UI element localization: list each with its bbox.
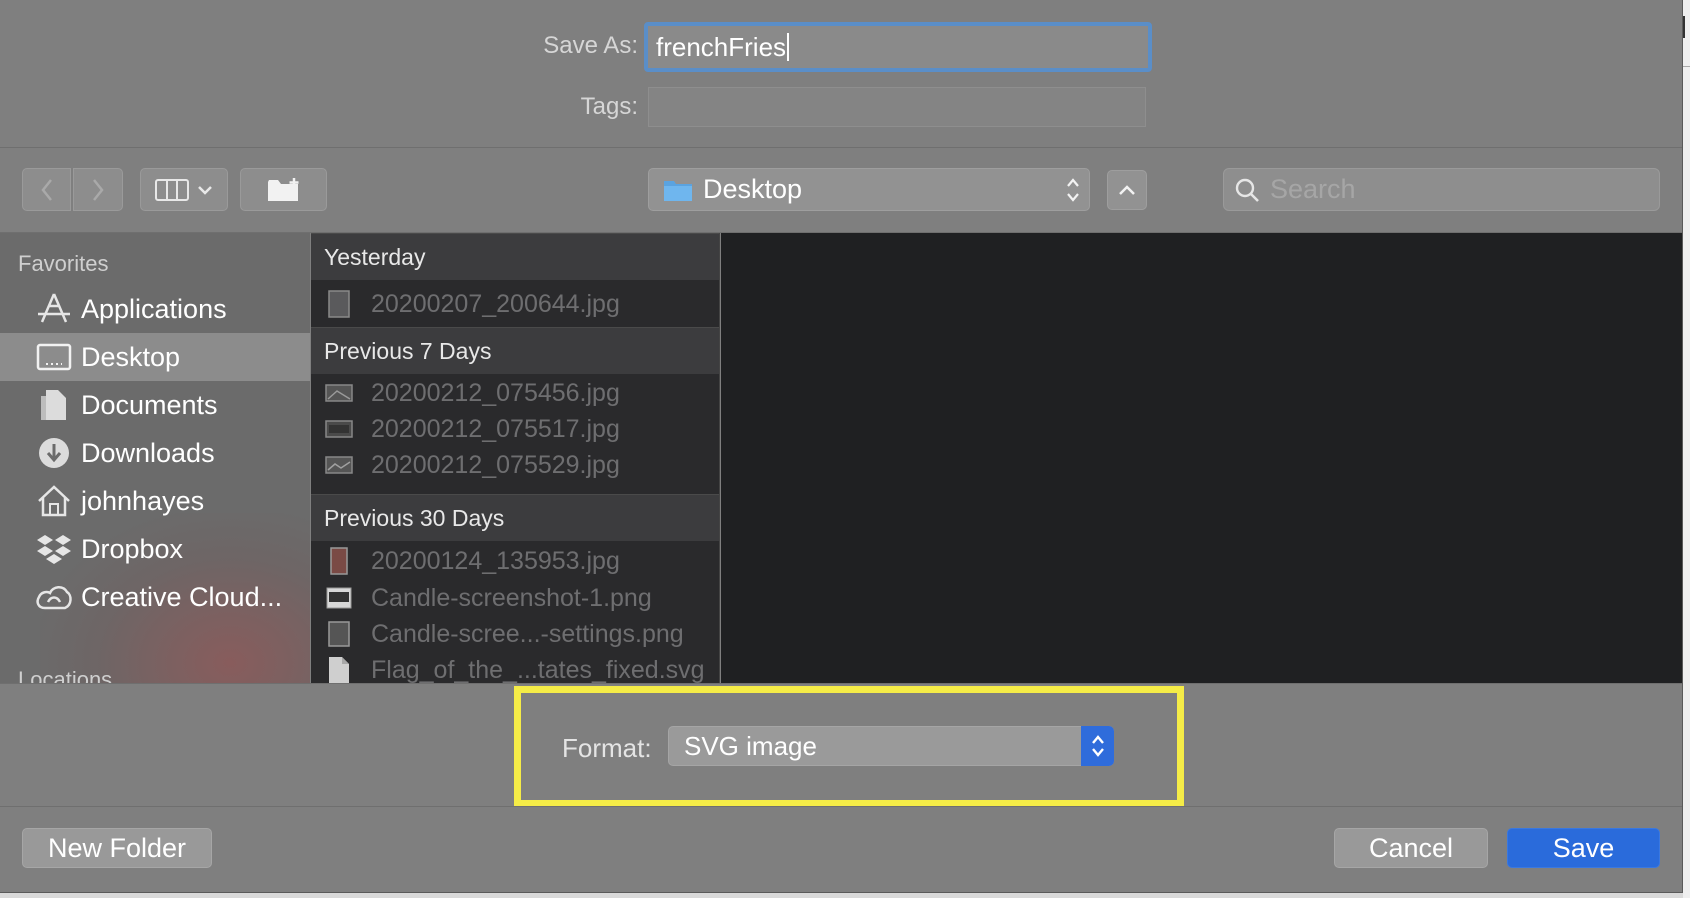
file-name: Flag_of_the_...tates_fixed.svg (371, 655, 705, 684)
background-window-line (1683, 66, 1690, 67)
save-dialog: Save As: frenchFries Tags: Desktop Favor… (0, 0, 1683, 893)
chevron-up-icon (1119, 185, 1135, 195)
save-as-value: frenchFries (656, 32, 787, 62)
collapse-button[interactable] (1107, 170, 1147, 210)
format-value: SVG image (684, 731, 817, 761)
group-header-previous-7-days: Previous 7 Days (311, 327, 719, 374)
creative-cloud-icon (35, 578, 73, 616)
file-row[interactable]: 20200212_075517.jpg (311, 411, 719, 447)
document-icon (325, 655, 353, 683)
stepper-arrows-icon (1067, 178, 1079, 202)
background-window-edge (1683, 0, 1690, 898)
file-row[interactable]: Candle-scree...-settings.png (311, 616, 719, 652)
tags-label: Tags: (580, 93, 638, 120)
search-icon (1235, 178, 1259, 202)
save-as-label: Save As: (543, 32, 638, 59)
file-row[interactable]: 20200124_135953.jpg (311, 542, 719, 580)
sidebar-item-label: Creative Cloud... (81, 581, 283, 612)
sidebar-item-label: Applications (81, 293, 227, 324)
sidebar-item-label: Desktop (81, 341, 181, 372)
image-thumbnail-icon (325, 289, 353, 319)
favorites-title: Favorites (18, 251, 109, 276)
format-select[interactable]: SVG image (668, 726, 1114, 766)
chevron-right-icon (93, 178, 104, 201)
file-row[interactable]: Candle-screenshot-1.png (311, 580, 719, 616)
file-list: Yesterday 20200207_200644.jpg Previous 7… (311, 233, 720, 683)
group-header-yesterday: Yesterday (311, 233, 719, 280)
file-row[interactable]: 20200212_075529.jpg (311, 447, 719, 483)
browser-divider (0, 683, 1682, 684)
documents-icon (35, 386, 73, 424)
applications-icon (35, 290, 73, 328)
new-folder-icon (267, 177, 298, 201)
back-button[interactable] (22, 168, 71, 211)
file-name: 20200124_135953.jpg (371, 546, 620, 575)
tags-input[interactable] (648, 87, 1146, 127)
sidebar-item-label: Documents (81, 389, 218, 420)
folder-icon (664, 180, 692, 201)
background-window-mark (1683, 16, 1687, 38)
sidebar-item-desktop[interactable]: Desktop (0, 333, 310, 381)
stepper-arrows-icon (1081, 726, 1114, 766)
sidebar-item-label: johnhayes (81, 485, 205, 516)
sidebar: Favorites Applications Desktop Documents… (0, 233, 310, 683)
screenshot-thumbnail-icon (325, 583, 353, 613)
file-name: 20200212_075529.jpg (371, 450, 620, 479)
view-mode-button[interactable] (140, 168, 228, 211)
image-thumbnail-icon (325, 378, 353, 408)
file-row[interactable]: 20200207_200644.jpg (311, 283, 719, 325)
file-name: Candle-screenshot-1.png (371, 583, 652, 612)
sidebar-item-label: Downloads (81, 437, 215, 468)
file-row[interactable]: Flag_of_the_...tates_fixed.svg (311, 652, 719, 684)
locations-title: Locations (18, 667, 113, 683)
sidebar-item-applications[interactable]: Applications (0, 285, 310, 333)
chevron-down-icon (198, 185, 212, 195)
text-caret (787, 33, 790, 61)
image-thumbnail-icon (325, 414, 353, 444)
preview-pane (721, 233, 1682, 683)
save-as-input[interactable]: frenchFries (644, 22, 1152, 72)
sidebar-item-label: Dropbox (81, 533, 184, 564)
file-name: 20200212_075456.jpg (371, 378, 620, 407)
group-header-previous-30-days: Previous 30 Days (311, 494, 719, 541)
footer-divider (0, 806, 1682, 807)
location-label: Desktop (703, 174, 803, 204)
search-input[interactable] (1270, 174, 1630, 205)
location-select[interactable]: Desktop (648, 168, 1090, 211)
file-row[interactable]: 20200212_075456.jpg (311, 375, 719, 411)
format-label: Format: (562, 733, 652, 763)
image-thumbnail-icon (325, 450, 353, 480)
sidebar-item-dropbox[interactable]: Dropbox (0, 525, 310, 573)
file-name: Candle-scree...-settings.png (371, 619, 684, 648)
downloads-icon (35, 434, 73, 472)
sidebar-item-creative-cloud[interactable]: Creative Cloud... (0, 573, 310, 621)
cancel-button[interactable]: Cancel (1334, 828, 1488, 868)
sidebar-item-home[interactable]: johnhayes (0, 477, 310, 525)
sidebar-item-downloads[interactable]: Downloads (0, 429, 310, 477)
home-icon (35, 482, 73, 520)
sidebar-item-documents[interactable]: Documents (0, 381, 310, 429)
file-name: 20200212_075517.jpg (371, 414, 620, 443)
new-folder-toolbar-button[interactable] (240, 168, 327, 211)
header-divider (0, 147, 1682, 148)
columns-view-icon (155, 178, 189, 201)
dropbox-icon (35, 530, 73, 568)
forward-button[interactable] (73, 168, 123, 211)
file-name: 20200207_200644.jpg (371, 289, 620, 318)
screenshot-thumbnail-icon (325, 619, 353, 649)
search-box[interactable] (1223, 168, 1660, 211)
chevron-left-icon (40, 178, 52, 201)
desktop-icon (35, 338, 73, 376)
new-folder-button[interactable]: New Folder (22, 828, 212, 868)
image-thumbnail-icon (325, 546, 353, 576)
save-button[interactable]: Save (1507, 828, 1660, 868)
